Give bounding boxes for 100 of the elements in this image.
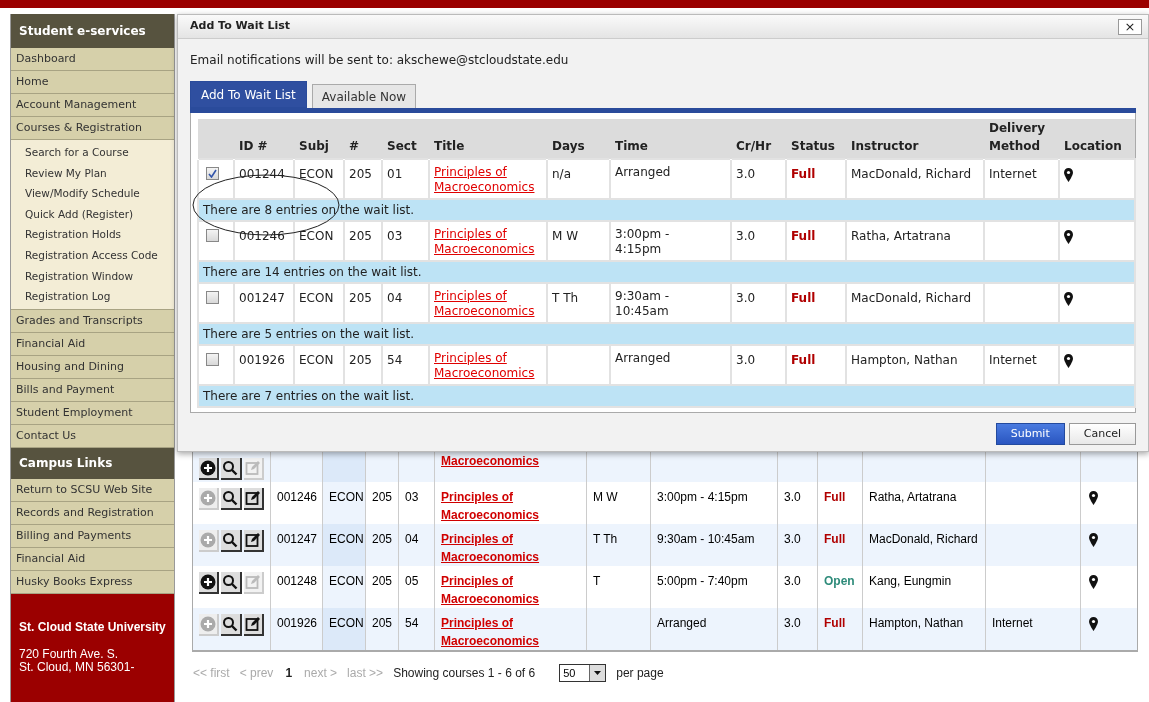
add-button[interactable]	[199, 572, 220, 594]
edit-icon	[244, 574, 261, 590]
table-cell: Full	[824, 616, 846, 630]
course-title-link[interactable]: Principles of Macroeconomics	[441, 614, 580, 650]
sidebar-item[interactable]: Account Management	[11, 94, 174, 117]
map-pin-icon[interactable]	[1064, 167, 1073, 182]
sidebar-subitem[interactable]: Registration Holds	[11, 224, 174, 245]
table-cell: 3.0	[784, 574, 801, 588]
sidebar-subitem[interactable]: Registration Access Code	[11, 244, 174, 266]
table-cell: 9:30am - 10:45am	[657, 532, 755, 546]
sidebar-item[interactable]: Dashboard	[11, 48, 174, 71]
row-checkbox[interactable]	[206, 353, 219, 366]
column-header: Delivery Method	[984, 119, 1059, 159]
edit-icon	[244, 532, 261, 548]
table-cell: 54	[405, 616, 419, 630]
course-title-link[interactable]: Principles of Macroeconomics	[441, 488, 580, 524]
sidebar-item[interactable]: Records and Registration	[11, 501, 174, 525]
view-button[interactable]	[221, 614, 242, 636]
tab[interactable]: Available Now	[311, 84, 417, 108]
per-page-select[interactable]: 50	[559, 664, 607, 682]
column-header: #	[344, 119, 382, 159]
sidebar-item[interactable]: Husky Books Express	[11, 570, 174, 594]
sidebar-item[interactable]: Return to SCSU Web Site	[11, 478, 174, 502]
table-cell: Arranged	[615, 351, 671, 366]
table-cell: 3.0	[736, 229, 756, 243]
table-cell: 01	[387, 167, 403, 181]
edit-button[interactable]	[243, 614, 264, 636]
column-header: Title	[429, 119, 547, 159]
view-button[interactable]	[221, 488, 242, 510]
course-title-link[interactable]: Macroeconomics	[441, 452, 580, 470]
sidebar-subitem[interactable]: Registration Window	[11, 265, 174, 287]
sidebar-subitem[interactable]: Search for a Course	[11, 142, 174, 163]
course-title-link[interactable]: Principles of Macroeconomics	[441, 530, 580, 566]
current-page[interactable]: 1	[283, 664, 295, 682]
table-cell: 205	[372, 532, 393, 546]
cancel-button[interactable]: Cancel	[1068, 423, 1136, 445]
table-cell: Internet	[992, 616, 1033, 630]
sidebar-item[interactable]: Financial Aid	[11, 547, 174, 571]
search-icon	[222, 574, 239, 590]
search-icon	[222, 532, 239, 548]
sidebar-item[interactable]: Courses & Registration	[11, 117, 174, 140]
table-cell: Full	[824, 490, 846, 504]
table-cell: Internet	[989, 353, 1037, 367]
course-title-link[interactable]: Principles of Macroeconomics	[441, 572, 580, 608]
sidebar-item[interactable]: Bills and Payment	[11, 378, 174, 402]
sidebar-subitem[interactable]: Registration Log	[11, 286, 174, 307]
sidebar-item[interactable]: Grades and Transcripts	[11, 309, 174, 333]
edit-button[interactable]	[243, 488, 264, 510]
table-cell: 3.0	[736, 291, 756, 305]
sidebar-item[interactable]: Student Employment	[11, 401, 174, 425]
table-cell: MacDonald, Richard	[851, 167, 971, 181]
map-pin-icon[interactable]	[1064, 291, 1073, 306]
map-pin-icon[interactable]	[1064, 353, 1073, 368]
table-cell: M W	[552, 229, 579, 243]
table-cell: Open	[824, 574, 855, 588]
close-button[interactable]: ×	[1118, 18, 1142, 35]
submit-button[interactable]: Submit	[995, 423, 1065, 445]
waitlist-note: There are 7 entries on the wait list.	[203, 389, 414, 403]
row-checkbox[interactable]	[206, 291, 219, 304]
table-cell-text: 3:00pm - 4:15pm	[615, 227, 671, 257]
sidebar-subitem[interactable]: View/Modify Schedule	[11, 183, 174, 204]
plus-circle-icon	[200, 574, 217, 590]
view-button[interactable]	[221, 572, 242, 594]
table-cell: T	[593, 574, 601, 588]
table-cell: Arranged	[657, 616, 707, 630]
sidebar-item[interactable]: Financial Aid	[11, 332, 174, 356]
sidebar-item[interactable]: Contact Us	[11, 424, 174, 448]
university-name: St. Cloud State University	[19, 619, 166, 634]
add-button[interactable]	[199, 458, 220, 480]
map-pin-icon[interactable]	[1089, 574, 1098, 589]
sidebar-item[interactable]: Billing and Payments	[11, 524, 174, 548]
tab[interactable]: Add To Wait List	[190, 81, 307, 108]
view-button[interactable]	[221, 458, 242, 480]
map-pin-icon[interactable]	[1089, 490, 1098, 505]
edit-icon	[244, 490, 261, 506]
sidebar-item[interactable]: Housing and Dining	[11, 355, 174, 379]
table-cell: MacDonald, Richard	[851, 291, 971, 305]
table-cell: 001248	[277, 574, 318, 588]
table-cell: 54	[387, 353, 403, 367]
row-checkbox[interactable]	[206, 229, 219, 242]
sidebar-subitem[interactable]: Review My Plan	[11, 162, 174, 184]
checkmark-icon	[208, 169, 217, 178]
edit-button[interactable]	[243, 530, 264, 552]
dialog-title: Add To Wait List	[190, 18, 291, 35]
table-cell: ECON	[299, 353, 334, 367]
table-cell: ECON	[329, 490, 364, 504]
dropdown-caret-icon	[594, 671, 602, 675]
per-page-label: per page	[616, 665, 664, 682]
map-pin-icon[interactable]	[1089, 616, 1098, 631]
row-checkbox[interactable]	[206, 167, 219, 180]
sidebar-subitem[interactable]: Quick Add (Register)	[11, 203, 174, 225]
table-cell: Hampton, Nathan	[851, 353, 958, 367]
map-pin-icon[interactable]	[1089, 532, 1098, 547]
table-cell: 04	[387, 291, 403, 305]
view-button[interactable]	[221, 530, 242, 552]
table-cell: Full	[791, 167, 816, 181]
table-cell: 205	[349, 353, 372, 367]
sidebar-item[interactable]: Home	[11, 71, 174, 94]
column-header: Sect	[382, 119, 429, 159]
map-pin-icon[interactable]	[1064, 229, 1073, 244]
